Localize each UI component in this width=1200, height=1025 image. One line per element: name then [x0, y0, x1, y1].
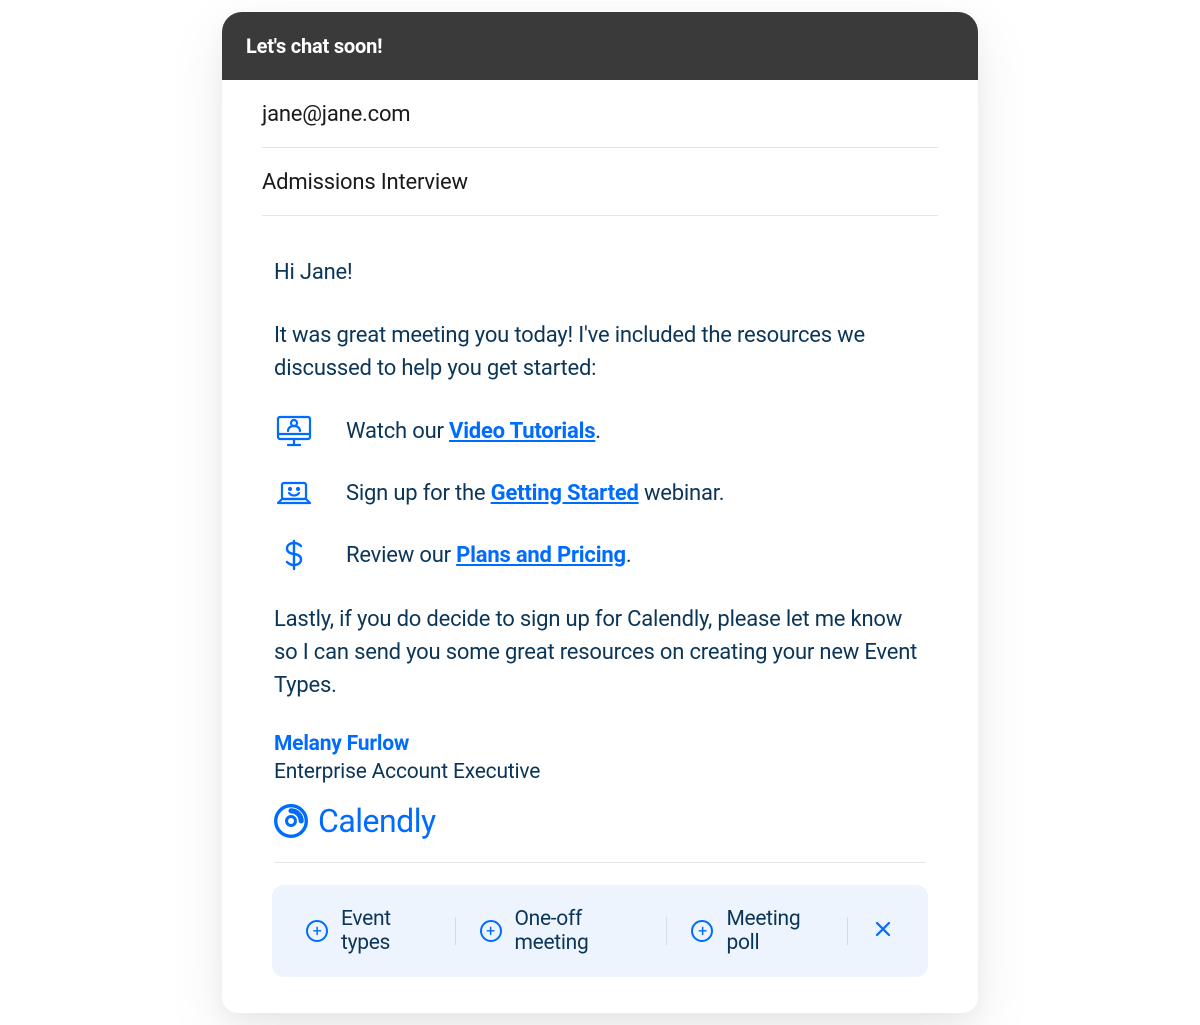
resource-prefix: Sign up for the [346, 481, 491, 506]
action-label: Event types [341, 907, 432, 955]
close-action-bar-button[interactable] [848, 916, 918, 946]
plans-pricing-link[interactable]: Plans and Pricing [456, 543, 626, 568]
add-one-off-meeting-button[interactable]: + One-off meeting [456, 903, 668, 959]
signature-name: Melany Furlow [274, 732, 926, 756]
brand-logo: Calendly [274, 802, 926, 840]
email-meta: jane@jane.com Admissions Interview [222, 80, 978, 216]
intro-text: It was great meeting you today! I've inc… [274, 319, 926, 385]
plus-icon: + [480, 920, 502, 942]
subject-value: Admissions Interview [262, 170, 468, 195]
brand-name: Calendly [318, 802, 436, 840]
resource-text: Watch our Video Tutorials. [346, 419, 601, 444]
resource-item: Watch our Video Tutorials. [274, 411, 926, 451]
to-value: jane@jane.com [262, 102, 410, 127]
laptop-smile-icon [274, 473, 314, 513]
resource-prefix: Review our [346, 543, 456, 568]
resource-text: Review our Plans and Pricing. [346, 543, 631, 568]
add-event-types-button[interactable]: + Event types [282, 903, 456, 959]
email-header: Let's chat soon! [222, 12, 978, 80]
resource-prefix: Watch our [346, 419, 449, 444]
to-field[interactable]: jane@jane.com [262, 80, 938, 148]
resource-suffix: webinar. [639, 481, 725, 506]
plus-icon: + [306, 920, 328, 942]
plus-icon: + [691, 920, 713, 942]
resource-suffix: . [626, 543, 632, 568]
dollar-icon [274, 535, 314, 575]
signature-title: Enterprise Account Executive [274, 760, 926, 784]
email-body[interactable]: Hi Jane! It was great meeting you today!… [222, 216, 978, 1013]
resource-text: Sign up for the Getting Started webinar. [346, 481, 724, 506]
divider [274, 862, 926, 863]
action-label: Meeting poll [726, 907, 824, 955]
signature-block: Melany Furlow Enterprise Account Executi… [274, 732, 926, 784]
resource-item: Review our Plans and Pricing. [274, 535, 926, 575]
resource-list: Watch our Video Tutorials. Sign up for t… [274, 411, 926, 575]
monitor-person-icon [274, 411, 314, 451]
resource-suffix: . [595, 419, 601, 444]
getting-started-link[interactable]: Getting Started [491, 481, 639, 506]
action-label: One-off meeting [515, 907, 644, 955]
greeting-text: Hi Jane! [274, 256, 926, 289]
email-compose-card: Let's chat soon! jane@jane.com Admission… [222, 12, 978, 1013]
close-icon [874, 920, 892, 938]
video-tutorials-link[interactable]: Video Tutorials [449, 419, 595, 444]
email-title: Let's chat soon! [246, 34, 382, 58]
calendly-action-bar: + Event types + One-off meeting + Meetin… [272, 885, 928, 977]
add-meeting-poll-button[interactable]: + Meeting poll [667, 903, 848, 959]
resource-item: Sign up for the Getting Started webinar. [274, 473, 926, 513]
calendly-icon [274, 804, 308, 838]
subject-field[interactable]: Admissions Interview [262, 148, 938, 216]
closing-text: Lastly, if you do decide to sign up for … [274, 603, 926, 702]
